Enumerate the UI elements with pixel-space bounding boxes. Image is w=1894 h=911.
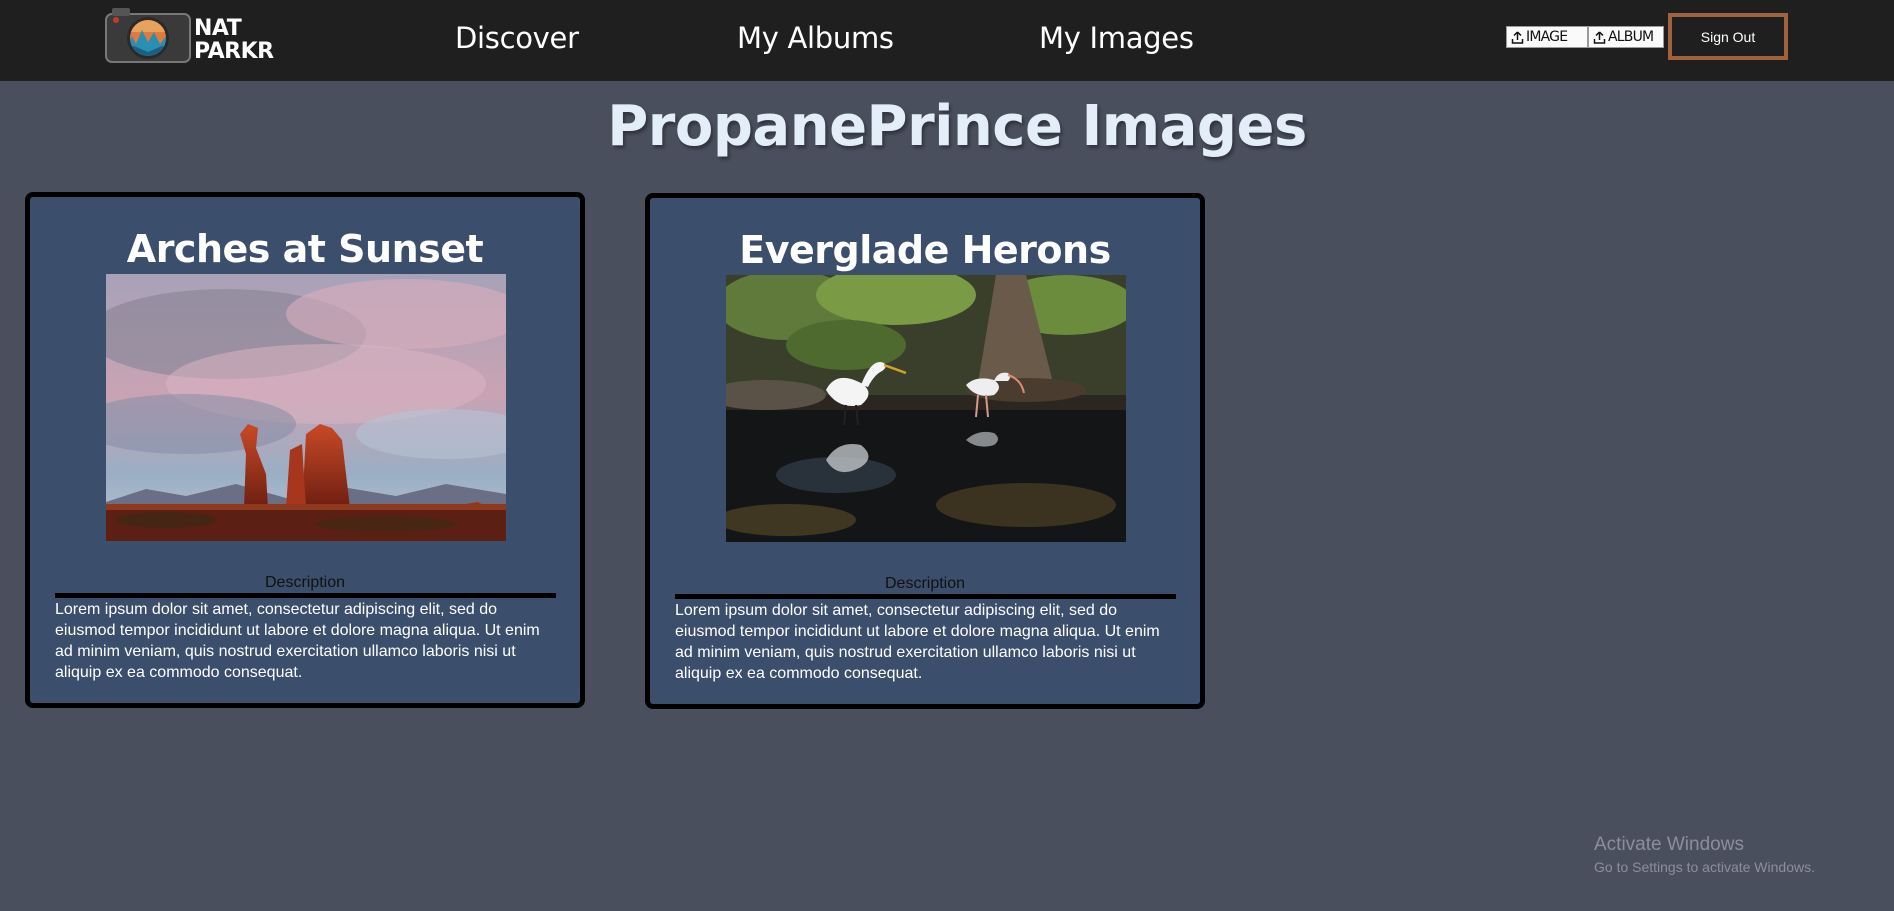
image-card-photo[interactable] <box>106 274 506 541</box>
upload-icon <box>1593 30 1606 44</box>
camera-logo-icon <box>105 8 191 63</box>
everglade-herons-photo <box>726 275 1126 542</box>
image-card-title: Everglade Herons <box>739 228 1111 272</box>
page-title: PropanePrince Images <box>607 94 1307 159</box>
image-card-photo[interactable] <box>726 275 1126 542</box>
upload-image-label: IMAGE <box>1526 29 1568 45</box>
logo-wordmark: NAT PARKR <box>194 17 274 63</box>
nav-my-images-link[interactable]: My Images <box>1039 18 1194 58</box>
arches-sunset-photo <box>106 274 506 541</box>
upload-image-button[interactable]: IMAGE <box>1506 26 1588 48</box>
upload-album-button[interactable]: ALBUM <box>1588 26 1664 48</box>
nav-my-albums-link[interactable]: My Albums <box>737 18 894 58</box>
watermark-subtitle: Go to Settings to activate Windows. <box>1594 859 1815 875</box>
app-logo[interactable]: NAT PARKR <box>104 6 274 66</box>
windows-activation-watermark: Activate Windows Go to Settings to activ… <box>1594 833 1815 877</box>
description-label: Description <box>884 575 966 592</box>
description-label: Description <box>264 574 346 591</box>
nav-discover-link[interactable]: Discover <box>455 18 579 58</box>
logo-line-1: NAT <box>194 16 242 41</box>
image-card-description: Lorem ipsum dolor sit amet, consectetur … <box>55 601 540 681</box>
image-card[interactable]: Everglade Herons Description Lorem ipsum… <box>645 193 1205 709</box>
upload-icon <box>1511 30 1524 44</box>
image-card-title: Arches at Sunset <box>126 227 484 271</box>
sign-out-button[interactable]: Sign Out <box>1668 13 1788 60</box>
image-card[interactable]: Arches at Sunset Description Lorem ipsum… <box>25 192 585 708</box>
top-navbar: NAT PARKR Discover My Albums My Images I… <box>0 0 1894 81</box>
upload-button-group: IMAGE ALBUM <box>1506 26 1664 48</box>
watermark-title: Activate Windows <box>1594 834 1744 855</box>
image-card-description: Lorem ipsum dolor sit amet, consectetur … <box>675 602 1160 682</box>
upload-album-label: ALBUM <box>1608 29 1654 45</box>
description-divider <box>55 593 556 598</box>
logo-line-2: PARKR <box>194 39 274 64</box>
description-divider <box>675 594 1176 599</box>
